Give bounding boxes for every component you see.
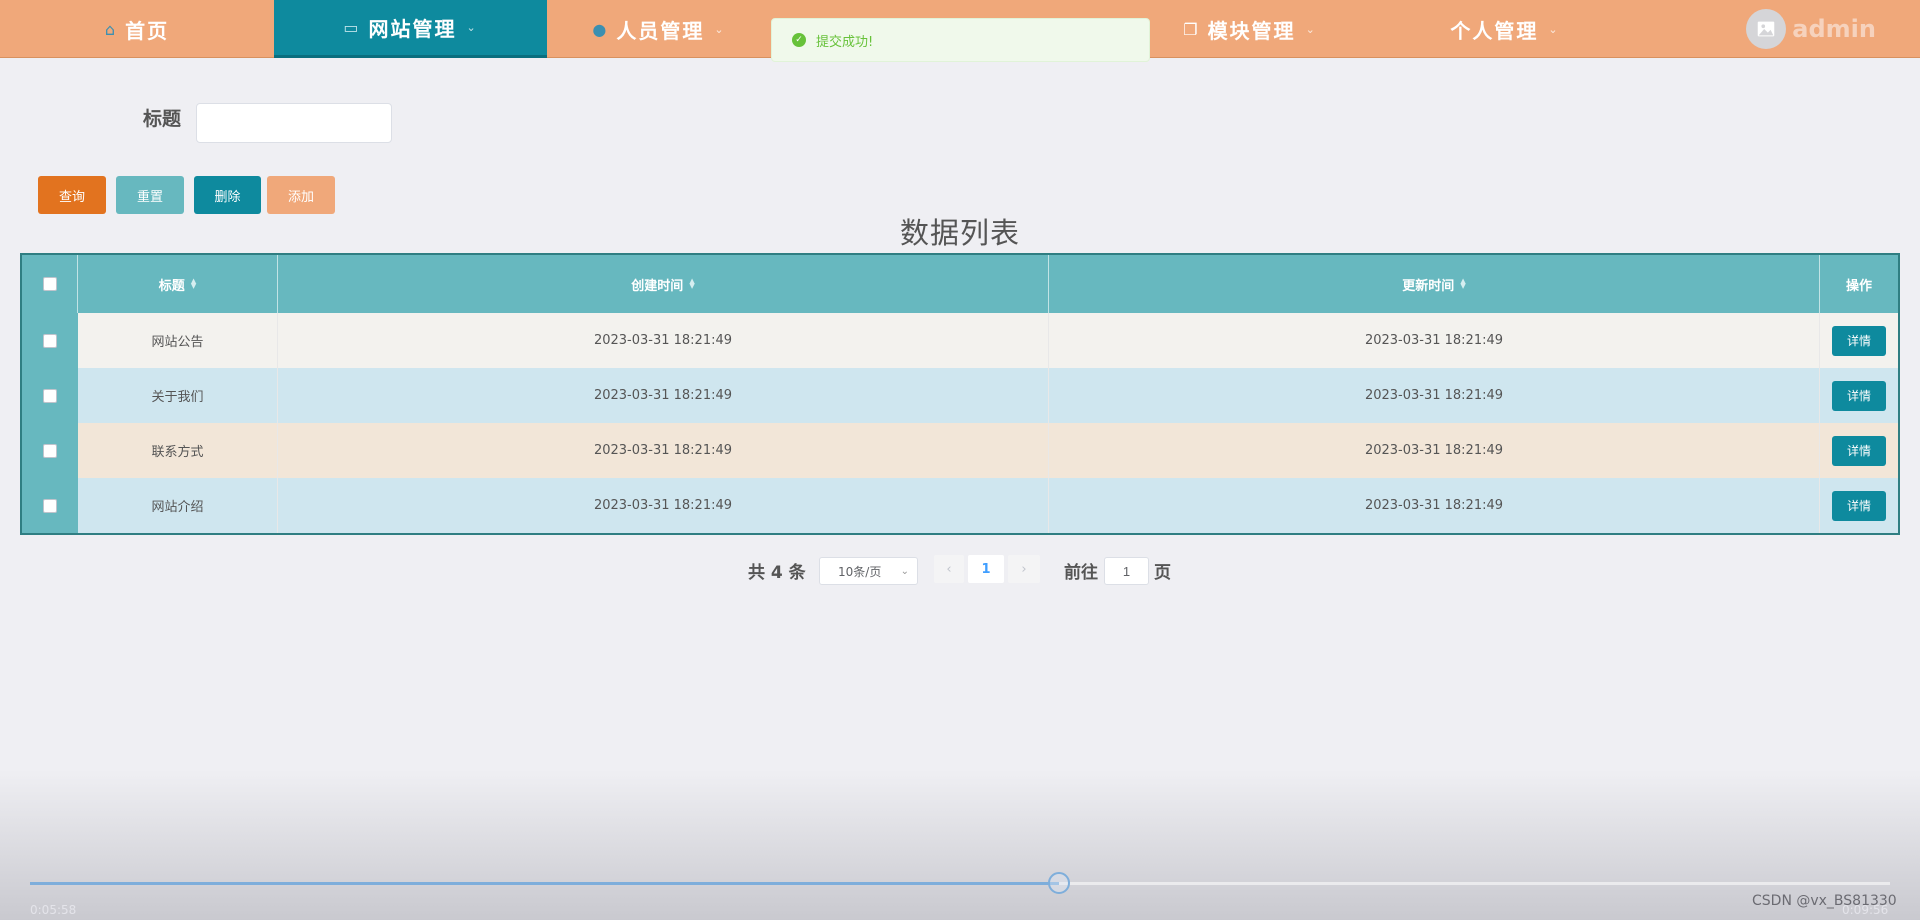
page-size-value: 10条/页 xyxy=(838,564,882,579)
cell-updated: 2023-03-31 18:21:49 xyxy=(1049,478,1820,533)
cell-title: 网站公告 xyxy=(78,313,278,368)
check-circle-icon: ✓ xyxy=(792,33,806,47)
cell-created: 2023-03-31 18:21:49 xyxy=(278,423,1049,478)
nav-item-label: 人员管理 xyxy=(616,18,705,43)
monitor-icon: ▭ xyxy=(343,18,361,37)
cell-created: 2023-03-31 18:21:49 xyxy=(278,478,1049,533)
search-title-input[interactable] xyxy=(196,103,392,143)
goto-page-input[interactable] xyxy=(1104,557,1149,585)
cell-created: 2023-03-31 18:21:49 xyxy=(278,313,1049,368)
search-title-label: 标题 xyxy=(143,108,182,130)
query-button[interactable]: 查询 xyxy=(38,176,106,214)
column-header-label: 标题 xyxy=(158,278,185,294)
user-icon: ● xyxy=(592,19,609,39)
home-icon: ⌂ xyxy=(104,19,118,39)
chevron-left-icon: ‹ xyxy=(946,561,952,577)
table-row: 关于我们 2023-03-31 18:21:49 2023-03-31 18:2… xyxy=(22,368,1898,423)
sort-icon[interactable]: ▲ ▼ xyxy=(191,278,196,290)
sort-icon[interactable]: ▲ ▼ xyxy=(1460,278,1465,290)
sort-icon[interactable]: ▲ ▼ xyxy=(689,278,694,290)
nav-item-home[interactable]: ⌂ 首页 xyxy=(0,0,274,58)
detail-button[interactable]: 详情 xyxy=(1832,380,1886,411)
cell-updated: 2023-03-31 18:21:49 xyxy=(1049,313,1820,368)
data-table: 标题 ▲ ▼ 创建时间 ▲ ▼ 更新时间 ▲ ▼ 操作 网站公告 2023-03-31… xyxy=(20,253,1900,535)
toast-message: 提交成功! xyxy=(816,34,874,50)
table-row: 联系方式 2023-03-31 18:21:49 2023-03-31 18:2… xyxy=(22,423,1898,478)
row-checkbox[interactable] xyxy=(43,498,57,513)
column-header-label: 更新时间 xyxy=(1402,278,1455,294)
avatar[interactable] xyxy=(1746,9,1787,49)
detail-button[interactable]: 详情 xyxy=(1832,435,1886,466)
cell-title: 联系方式 xyxy=(78,423,278,478)
row-checkbox[interactable] xyxy=(43,388,57,403)
watermark: CSDN @vx_BS81330 xyxy=(1752,893,1897,909)
nav-item-module-management[interactable]: ❐ 模块管理 ⌄ xyxy=(1150,0,1350,58)
detail-button[interactable]: 详情 xyxy=(1832,490,1886,521)
detail-button[interactable]: 详情 xyxy=(1832,325,1886,356)
chevron-right-icon: › xyxy=(1021,561,1027,577)
table-row: 网站介绍 2023-03-31 18:21:49 2023-03-31 18:2… xyxy=(22,478,1898,533)
video-current-time: 0:05:58 xyxy=(30,903,77,917)
page-size-select[interactable]: 10条/页 ⌄ xyxy=(819,557,918,585)
nav-item-label: 首页 xyxy=(125,18,170,43)
add-button[interactable]: 添加 xyxy=(267,176,335,214)
cell-created: 2023-03-31 18:21:49 xyxy=(278,368,1049,423)
row-checkbox[interactable] xyxy=(43,443,57,458)
cell-updated: 2023-03-31 18:21:49 xyxy=(1049,368,1820,423)
table-row: 网站公告 2023-03-31 18:21:49 2023-03-31 18:2… xyxy=(22,313,1898,368)
page-number-1[interactable]: 1 xyxy=(968,555,1004,583)
prev-page-button[interactable]: ‹ xyxy=(934,555,964,583)
list-title: 数据列表 xyxy=(899,216,1020,250)
table-header: 标题 ▲ ▼ 创建时间 ▲ ▼ 更新时间 ▲ ▼ 操作 xyxy=(22,255,1898,313)
username: admin xyxy=(1792,15,1876,43)
success-toast: ✓ 提交成功! xyxy=(771,18,1150,62)
chevron-down-icon: ⌄ xyxy=(1305,22,1317,36)
cell-title: 关于我们 xyxy=(78,368,278,423)
nav-item-label: 个人管理 xyxy=(1450,18,1539,43)
pagination-total: 共 4 条 xyxy=(748,563,806,583)
column-header-label: 操作 xyxy=(1845,278,1872,294)
video-progress-fill xyxy=(30,882,1059,885)
goto-label: 前往 xyxy=(1064,563,1098,583)
cell-title: 网站介绍 xyxy=(78,478,278,533)
column-header-created[interactable]: 创建时间 ▲ ▼ xyxy=(278,255,1049,313)
delete-button[interactable]: 删除 xyxy=(194,176,261,214)
chevron-down-icon: ⌄ xyxy=(900,566,909,577)
row-checkbox[interactable] xyxy=(43,333,57,348)
select-all-checkbox[interactable] xyxy=(42,277,57,291)
column-header-label: 创建时间 xyxy=(631,278,684,294)
chevron-down-icon: ⌄ xyxy=(1548,22,1560,36)
nav-item-people-management[interactable]: ● 人员管理 ⌄ xyxy=(547,0,771,58)
nav-item-label: 网站管理 xyxy=(368,17,457,41)
nav-item-site-management[interactable]: ▭ 网站管理 ⌄ xyxy=(274,0,547,58)
video-progress-handle[interactable] xyxy=(1047,872,1070,894)
goto-suffix: 页 xyxy=(1154,563,1171,583)
copy-icon: ❐ xyxy=(1183,19,1200,39)
user-menu[interactable]: admin xyxy=(1746,9,1876,49)
nav-item-personal-management[interactable]: 个人管理 ⌄ xyxy=(1400,0,1610,58)
cell-updated: 2023-03-31 18:21:49 xyxy=(1049,423,1820,478)
next-page-button[interactable]: › xyxy=(1008,555,1040,583)
reset-button[interactable]: 重置 xyxy=(116,176,184,214)
chevron-down-icon: ⌄ xyxy=(714,22,726,36)
image-icon xyxy=(1758,21,1775,37)
chevron-down-icon: ⌄ xyxy=(466,21,478,34)
column-header-title[interactable]: 标题 ▲ ▼ xyxy=(78,255,278,313)
column-header-updated[interactable]: 更新时间 ▲ ▼ xyxy=(1049,255,1820,313)
video-progress-bar[interactable] xyxy=(30,872,1890,894)
video-controls-overlay xyxy=(0,770,1920,920)
column-header-actions: 操作 xyxy=(1820,255,1898,313)
nav-item-label: 模块管理 xyxy=(1207,18,1296,43)
header-select-all[interactable] xyxy=(22,255,78,313)
